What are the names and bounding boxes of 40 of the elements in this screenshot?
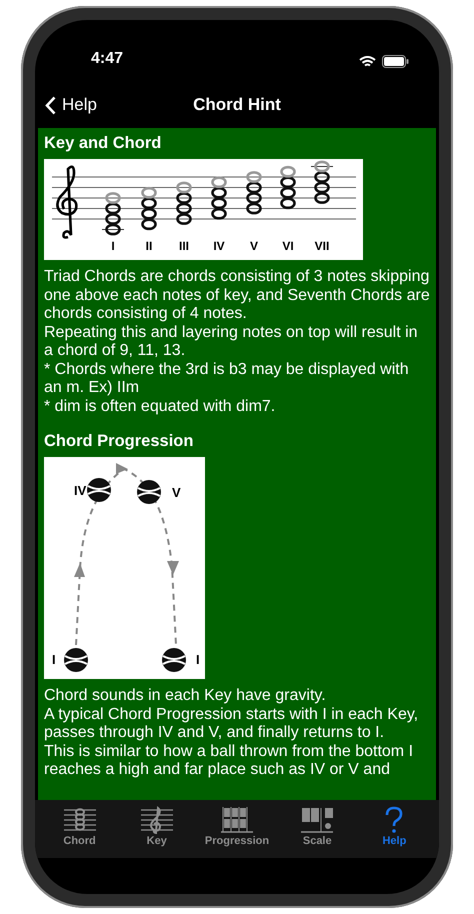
chord-numeral: IV xyxy=(74,483,86,498)
chord-numeral: IV xyxy=(213,239,225,253)
body-text: Triad Chords are chords consisting of 3 notes skipping one above each notes of key, and Seventh Chords are chords consisting of 4 notes. xyxy=(44,268,430,324)
chevron-left-icon xyxy=(45,96,56,114)
section-heading: Chord Progression xyxy=(44,432,194,451)
tab-item[interactable]: Progression xyxy=(204,800,270,858)
ball-icon xyxy=(87,478,111,502)
treble-clef-icon xyxy=(138,806,175,834)
chord-numeral: V xyxy=(172,485,181,500)
body-text: A typical Chord Progression starts with I in each Key, passes through IV and V, and finally returns to I. xyxy=(44,706,420,742)
tab-item[interactable]: Chord xyxy=(50,800,109,858)
chord-numeral: V xyxy=(250,239,258,253)
chord-numeral: I xyxy=(52,652,56,667)
tab-item[interactable]: Scale xyxy=(288,800,346,858)
body-text: Chord sounds in each Key have gravity. xyxy=(44,687,327,706)
tab-item[interactable]: Help xyxy=(365,800,424,858)
chord-numeral: I xyxy=(111,239,115,253)
chord-icon xyxy=(62,806,98,834)
wifi-icon xyxy=(359,56,376,68)
ball-icon xyxy=(64,648,88,672)
back-button[interactable]: Help xyxy=(45,95,97,115)
section-heading: Key and Chord xyxy=(44,134,162,153)
tab-item[interactable]: Key xyxy=(128,800,186,858)
back-label: Help xyxy=(62,95,97,115)
chord-numeral: VI xyxy=(282,239,294,253)
body-text: * dim is often equated with dim7. xyxy=(44,398,276,416)
body-text: This is similar to how a ball thrown from the bottom I reaches a high and far place such as IV or V and xyxy=(44,742,414,780)
piano-keys-icon xyxy=(218,806,255,834)
chord-numeral: II xyxy=(146,239,152,253)
chord-numeral: VII xyxy=(314,239,330,253)
battery-icon xyxy=(382,55,409,68)
scale-bars-icon xyxy=(299,806,336,834)
body-text: * Chords where the 3rd is b3 may be displayed with an m. Ex) IIm xyxy=(44,360,410,398)
status-time: 4:47 xyxy=(91,50,124,68)
chord-numeral: III xyxy=(179,239,189,253)
body-text: Repeating this and layering notes on top will result in a chord of 9, 11, 13. xyxy=(44,324,419,360)
chord-numeral: I xyxy=(196,652,200,667)
nav-title: Chord Hint xyxy=(193,95,281,115)
ball-icon xyxy=(162,648,186,672)
ball-icon xyxy=(137,480,161,504)
